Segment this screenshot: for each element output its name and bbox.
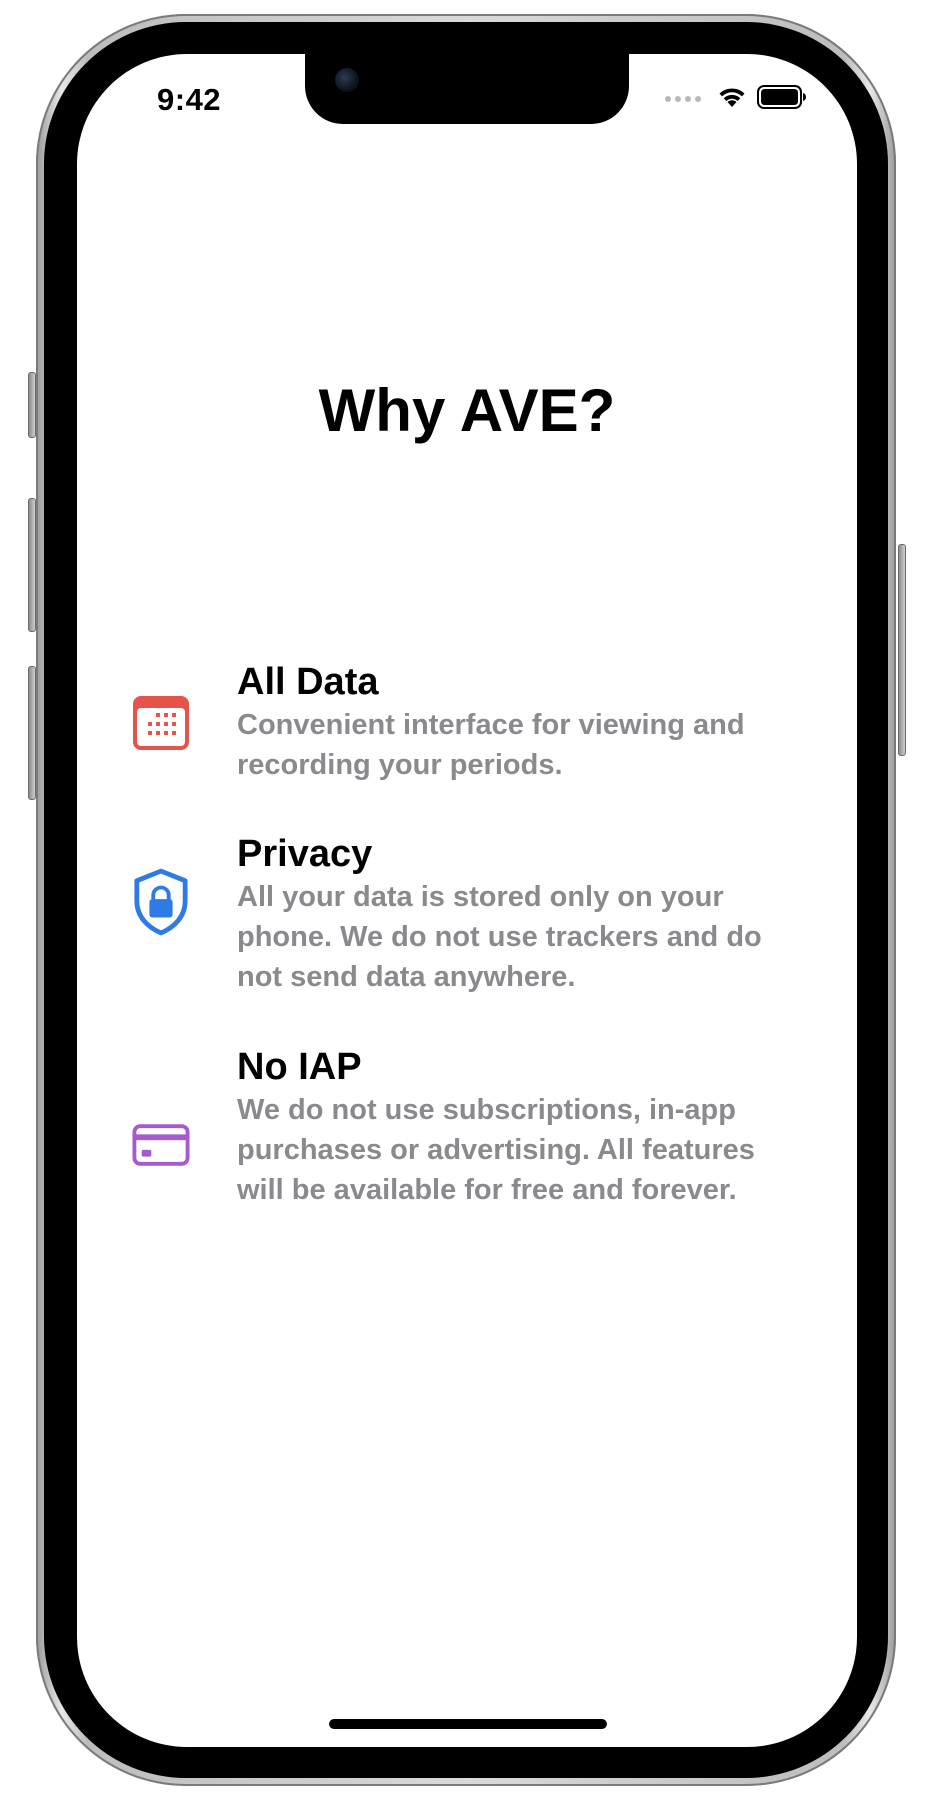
feature-text: Privacy All your data is stored only on … [237, 831, 797, 997]
power-button [898, 544, 906, 756]
feature-description: We do not use subscriptions, in-app purc… [237, 1094, 755, 1206]
wifi-icon [717, 85, 747, 114]
silent-switch [28, 372, 36, 438]
page-title: Why AVE? [318, 377, 616, 444]
status-time: 9:42 [157, 82, 222, 117]
feature-text: All Data Convenient interface for viewin… [237, 659, 797, 785]
home-indicator[interactable] [329, 1719, 607, 1729]
calendar-icon [132, 694, 190, 752]
feature-text: No IAP We do not use subscriptions, in-a… [237, 1044, 797, 1210]
front-camera [335, 68, 359, 92]
shield-lock-icon [132, 868, 190, 936]
notch [305, 54, 629, 124]
feature-description: Convenient interface for viewing and rec… [237, 709, 745, 781]
feature-title: No IAP [237, 1046, 362, 1088]
cellular-signal-icon [665, 96, 701, 102]
battery-icon [757, 84, 807, 115]
credit-card-icon [132, 1116, 190, 1174]
volume-up-button [28, 498, 36, 632]
app-screen: 9:42 Why AVE? All Data Convenient interf… [77, 54, 857, 1747]
feature-title: Privacy [237, 833, 373, 875]
feature-description: All your data is stored only on your pho… [237, 881, 762, 993]
volume-down-button [28, 666, 36, 800]
feature-title: All Data [237, 661, 379, 703]
status-indicators [665, 84, 807, 114]
